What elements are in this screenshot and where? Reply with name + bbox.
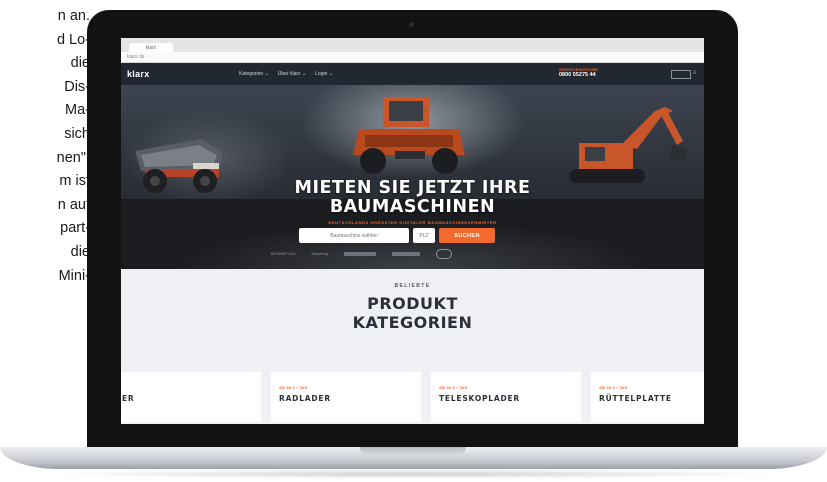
hero-subtitle: DEUTSCHLANDS GRÖSSTER DIGITALER BAUMASCH…: [328, 220, 497, 225]
article-line: d Lo-: [56, 31, 90, 48]
hero-title-line2: BAUMASCHINEN: [329, 197, 496, 217]
article-line: n an.: [57, 8, 90, 24]
search-button[interactable]: SUCHEN: [439, 228, 495, 243]
nav-item-kategorien[interactable]: Kategorien ⌄: [239, 71, 269, 77]
article-line: m ist: [59, 173, 90, 190]
press-logo: [392, 252, 421, 256]
laptop-notch: [360, 447, 466, 455]
category-card-radlader[interactable]: AB 88 € / TAG RADLADER: [271, 372, 421, 422]
hero-title-line1: MIETEN SIE JETZT IHRE: [294, 178, 531, 198]
hero-banner: MIETEN SIE JETZT IHRE BAUMASCHINEN DEUTS…: [121, 85, 704, 269]
hotline-number[interactable]: 0800 55275 44: [559, 72, 598, 78]
category-price: AB 88 € / TAG: [279, 386, 308, 390]
article-line: Ma-: [65, 102, 90, 119]
article-line: n auf: [57, 196, 90, 213]
article-line: die: [70, 55, 90, 72]
address-bar[interactable]: klarx.de: [121, 52, 704, 63]
category-cards: GER AB 88 € / TAG RADLADER AB 39 € / TAG…: [121, 372, 704, 422]
category-card-teleskoplader[interactable]: AB 39 € / TAG TELESKOPLADER: [431, 372, 581, 422]
machine-select-input[interactable]: [299, 228, 409, 243]
category-name: TELESKOPLADER: [439, 394, 520, 403]
wheel-loader-image: [353, 97, 465, 174]
popular-categories-section: BELIEBTE PRODUKT KATEGORIEN GER AB 88 € …: [121, 269, 704, 422]
main-nav: Kategorien ⌄ Über klarx ⌄ Login ⌄: [239, 71, 333, 77]
site-logo[interactable]: klarx: [127, 69, 150, 79]
categories-title-line2: KATEGORIEN: [352, 313, 473, 332]
category-price: AB 39 € / TAG: [439, 386, 468, 390]
category-name: RADLADER: [279, 394, 331, 403]
nav-item-login[interactable]: Login ⌄: [315, 71, 333, 77]
laptop-shadow: [40, 469, 787, 479]
plz-input[interactable]: [413, 228, 435, 243]
article-line: Mini-: [58, 267, 90, 284]
categories-kicker: BELIEBTE: [394, 283, 431, 289]
laptop-screen: klarx klarx.de klarx Kategorien ⌄ Über k…: [121, 38, 704, 424]
category-name: RÜTTELPLATTE: [599, 394, 672, 403]
press-logo-bloomberg: Bloomberg: [311, 252, 329, 256]
site-header: klarx Kategorien ⌄ Über klarx ⌄ Login ⌄ …: [121, 63, 704, 85]
article-line: part-: [60, 220, 90, 237]
menu-icon[interactable]: ≡: [693, 70, 699, 76]
category-price: AB 35 € / TAG: [599, 386, 628, 390]
article-line: Dis-: [64, 78, 90, 95]
service-hotline[interactable]: SERVICEHOTLINE 0800 55275 44: [559, 67, 598, 78]
article-line: nen",: [56, 149, 90, 166]
cart-icon[interactable]: [671, 70, 691, 79]
press-logos: BEKANNT AUS Bloomberg: [271, 249, 453, 259]
category-name: GER: [121, 394, 135, 403]
press-logo: [436, 249, 453, 259]
browser-tab[interactable]: klarx: [129, 43, 173, 52]
article-line: sich: [64, 125, 90, 142]
article-line: die: [70, 243, 90, 260]
category-card[interactable]: GER: [121, 372, 261, 422]
nav-item-ueber-klarx[interactable]: Über klarx ⌄: [278, 71, 306, 77]
article-text-column: n an. d Lo- die Dis- Ma- sich nen", m is…: [0, 0, 90, 405]
category-card-ruettelplatte[interactable]: AB 35 € / TAG RÜTTELPLATTE: [591, 372, 704, 422]
machine-search-form: SUCHEN: [299, 228, 495, 243]
laptop-lid: klarx klarx.de klarx Kategorien ⌄ Über k…: [87, 10, 738, 450]
press-logo: [344, 252, 377, 256]
browser-tab-bar: klarx: [121, 38, 704, 52]
press-label: BEKANNT AUS: [271, 252, 296, 256]
laptop-base: [0, 447, 827, 469]
camera-dot: [409, 22, 414, 27]
categories-title-line1: PRODUKT: [367, 294, 458, 313]
